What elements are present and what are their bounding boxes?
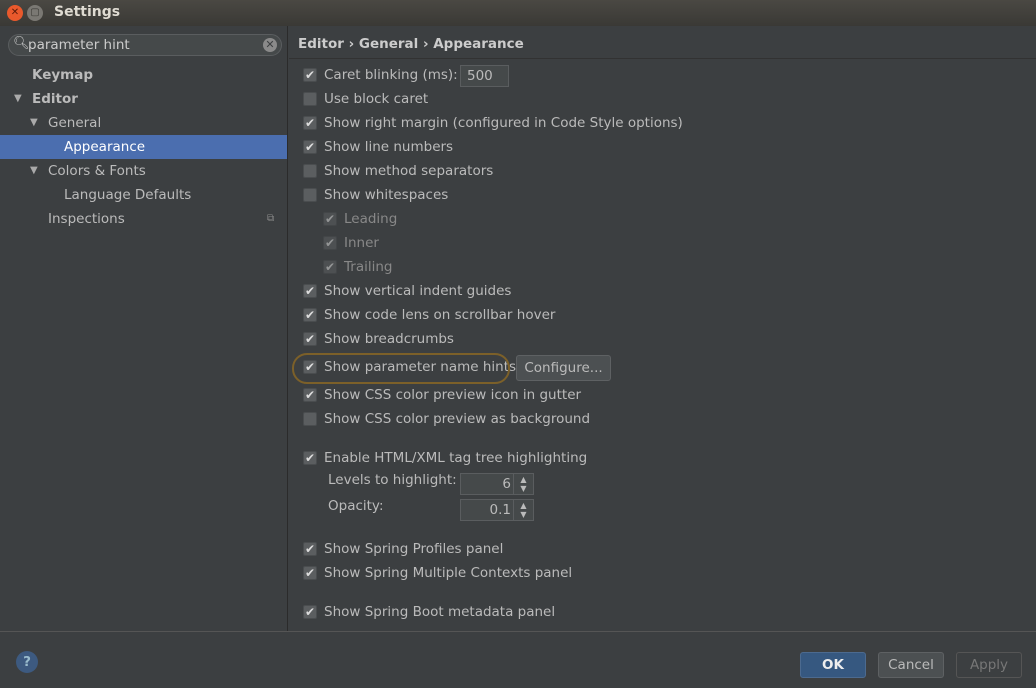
checkbox[interactable]: ✔ <box>303 451 317 465</box>
project-settings-icon: ⧉ <box>267 213 275 224</box>
tree-item-editor[interactable]: ▼ Editor <box>0 87 287 111</box>
configure-button[interactable]: Configure... <box>516 355 611 381</box>
spinner-arrows-icon[interactable]: ▲ ▼ <box>513 474 533 494</box>
tree-item-language-defaults[interactable]: Language Defaults <box>0 183 287 207</box>
clear-search-icon[interactable]: ✕ <box>263 38 277 52</box>
option-label: Show line numbers <box>324 139 454 155</box>
option-label: Show Spring Boot metadata panel <box>324 604 556 620</box>
option-label: Show code lens on scrollbar hover <box>324 307 556 323</box>
checkbox[interactable]: ✔ <box>303 542 317 556</box>
search-input[interactable]: 🔍︎ parameter hint ✕ <box>8 34 282 56</box>
title-bar: ✕ ▢ Settings <box>0 0 1036 26</box>
option-label: Show breadcrumbs <box>324 331 454 347</box>
checkbox[interactable]: ✔ <box>323 260 337 274</box>
checkbox[interactable]: ✔ <box>303 332 317 346</box>
search-value: parameter hint <box>28 37 130 53</box>
spinner-arrows-icon[interactable]: ▲ ▼ <box>513 500 533 520</box>
tree-label: General <box>48 115 102 131</box>
settings-panel: Editor › General › Appearance ✔ Caret bli… <box>289 26 1036 631</box>
option-label: Show Spring Profiles panel <box>324 541 504 557</box>
levels-spinner[interactable]: 6 ▲ ▼ <box>460 473 534 495</box>
option-label: Show Spring Multiple Contexts panel <box>324 565 573 581</box>
maximize-button[interactable]: ▢ <box>27 5 43 21</box>
checkbox[interactable]: ✔ <box>303 68 317 82</box>
tree-item-keymap[interactable]: Keymap <box>0 63 287 87</box>
checkbox[interactable]: ✔ <box>323 212 337 226</box>
option-label: Trailing <box>344 259 393 275</box>
checkbox[interactable]: ✔ <box>303 388 317 402</box>
sidebar: 🔍︎ parameter hint ✕ Keymap ▼ Editor ▼ Gene… <box>0 26 288 631</box>
cancel-button[interactable]: Cancel <box>878 652 944 678</box>
tree-label: Appearance <box>64 139 146 155</box>
expand-arrow-icon[interactable]: ▼ <box>14 87 22 111</box>
tree-label: Colors & Fonts <box>48 163 146 179</box>
option-label: Show CSS color preview as background <box>324 411 591 427</box>
expand-arrow-icon[interactable]: ▼ <box>30 159 38 183</box>
option-label: Enable HTML/XML tag tree highlighting <box>324 450 588 466</box>
footer: ? OK Cancel Apply <box>0 631 1036 688</box>
tree-item-colors-fonts[interactable]: ▼ Colors & Fonts <box>0 159 287 183</box>
checkbox[interactable]: ✔ <box>323 236 337 250</box>
caret-blinking-input[interactable]: 500 <box>460 65 509 87</box>
option-label: Show right margin (configured in Code St… <box>324 115 683 131</box>
window-title: Settings <box>54 4 121 20</box>
tree-item-general[interactable]: ▼ General <box>0 111 287 135</box>
checkbox[interactable]: ✔ <box>303 605 317 619</box>
checkbox[interactable]: ✔ <box>303 116 317 130</box>
divider <box>289 58 1036 59</box>
levels-value: 6 <box>502 476 511 492</box>
option-label: Inner <box>344 235 379 251</box>
option-label: Show vertical indent guides <box>324 283 512 299</box>
opacity-value: 0.1 <box>489 502 511 518</box>
close-button[interactable]: ✕ <box>7 5 23 21</box>
option-label: Show CSS color preview icon in gutter <box>324 387 582 403</box>
checkbox[interactable] <box>303 412 317 426</box>
tree-label: Inspections <box>48 211 125 227</box>
opacity-label: Opacity: <box>328 498 384 514</box>
checkbox[interactable]: ✔ <box>303 566 317 580</box>
levels-label: Levels to highlight: <box>328 472 457 488</box>
checkbox[interactable] <box>303 164 317 178</box>
tree-label: Language Defaults <box>64 187 192 203</box>
breadcrumb: Editor › General › Appearance <box>298 36 524 52</box>
checkbox[interactable]: ✔ <box>303 308 317 322</box>
help-button[interactable]: ? <box>16 651 38 673</box>
apply-button[interactable]: Apply <box>956 652 1022 678</box>
ok-button[interactable]: OK <box>800 652 866 678</box>
checkbox[interactable]: ✔ <box>303 140 317 154</box>
expand-arrow-icon[interactable]: ▼ <box>30 111 38 135</box>
option-label: Leading <box>344 211 398 227</box>
checkbox[interactable] <box>303 92 317 106</box>
tree-item-appearance[interactable]: Appearance <box>0 135 287 159</box>
tree-item-inspections[interactable]: Inspections ⧉ <box>0 207 287 231</box>
checkbox[interactable]: ✔ <box>303 284 317 298</box>
option-label: Caret blinking (ms): <box>324 67 458 83</box>
search-match-highlight <box>292 353 510 384</box>
opacity-spinner[interactable]: 0.1 ▲ ▼ <box>460 499 534 521</box>
checkbox[interactable] <box>303 188 317 202</box>
option-label: Use block caret <box>324 91 429 107</box>
option-label: Show method separators <box>324 163 494 179</box>
tree-label: Keymap <box>32 67 94 83</box>
tree-label: Editor <box>32 91 78 107</box>
option-label: Show whitespaces <box>324 187 449 203</box>
